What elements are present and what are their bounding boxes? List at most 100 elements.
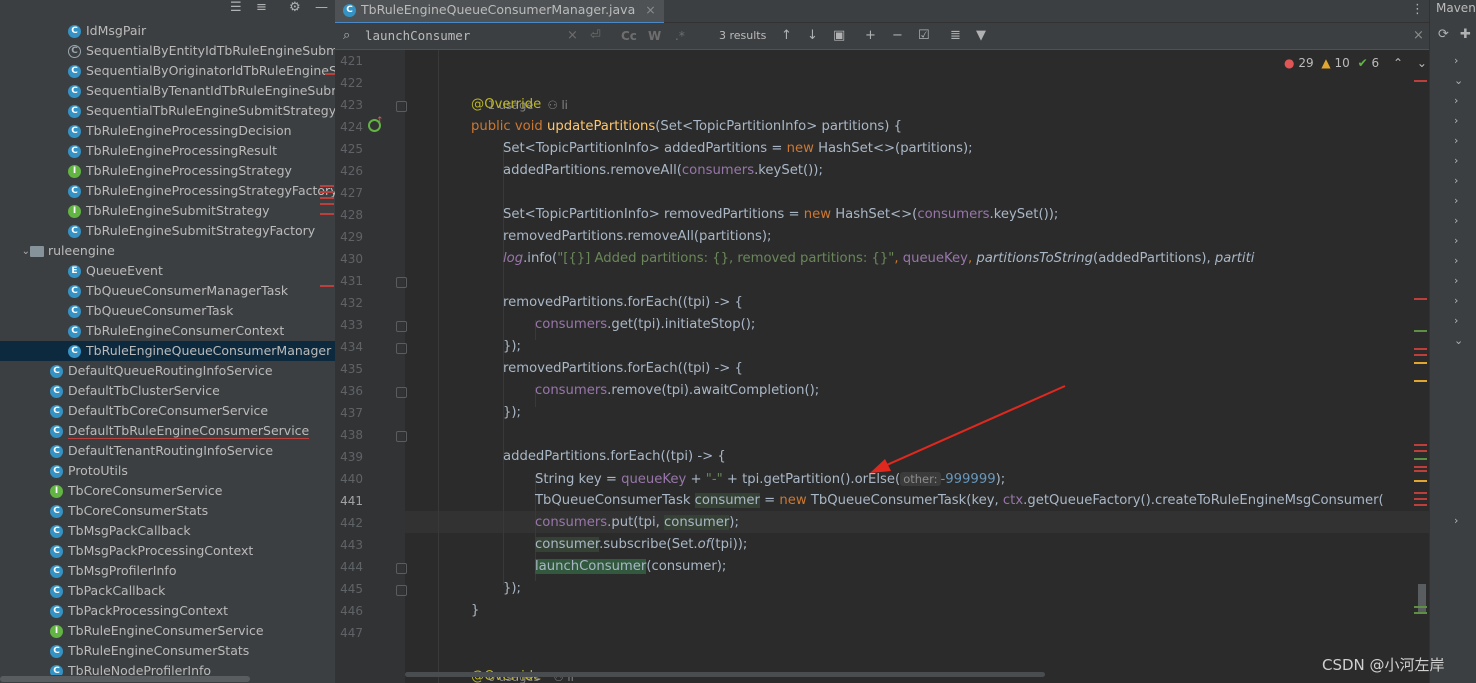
tree-item[interactable]: C SequentialByOriginatorIdTbRuleEngineSub… xyxy=(0,61,335,81)
code-editor[interactable]: 421 422 423 424 425 426 427 428 429 430 431 432 433 4… xyxy=(335,50,1429,683)
stripe-mark[interactable] xyxy=(1414,498,1427,500)
tree-item[interactable]: I TbCoreConsumerService xyxy=(0,481,335,501)
select-all-occurrences-icon[interactable]: ▣ xyxy=(833,27,845,45)
chevron-right-icon[interactable]: › xyxy=(1454,514,1458,527)
tree-item[interactable]: C SequentialTbRuleEngineSubmitStrategy xyxy=(0,101,335,121)
stripe-mark[interactable] xyxy=(1414,298,1427,300)
tree-item[interactable]: C TbRuleEngineQueueConsumerManager xyxy=(0,341,335,361)
chevron-down-icon[interactable]: ⌄ xyxy=(18,242,30,262)
inspection-indicators[interactable]: ● 29 ▲ 10 ✔ 6 ⌃ ⌄ xyxy=(1284,56,1427,72)
tree-item[interactable]: C IdMsgPair xyxy=(0,21,335,41)
close-find-icon[interactable]: × xyxy=(1413,27,1424,45)
stripe-mark[interactable] xyxy=(1414,466,1427,468)
stripe-mark[interactable] xyxy=(1414,612,1427,614)
clear-search-icon[interactable]: × xyxy=(567,27,578,45)
stripe-mark[interactable] xyxy=(1414,480,1427,482)
stripe-mark[interactable] xyxy=(1414,458,1427,460)
chevron-right-icon[interactable]: › xyxy=(1454,134,1458,147)
expand-all-icon[interactable]: ☰ xyxy=(230,0,242,16)
minimize-icon[interactable]: — xyxy=(315,0,328,16)
filter-icon[interactable]: ▼ xyxy=(976,27,986,45)
chevron-down-icon[interactable]: ⌄ xyxy=(1454,334,1463,347)
stripe-mark[interactable] xyxy=(1414,354,1427,356)
reload-icon[interactable]: ⟳ xyxy=(1438,27,1449,42)
stripe-mark[interactable] xyxy=(1414,330,1427,332)
tree-item[interactable]: C TbRuleEngineProcessingDecision xyxy=(0,121,335,141)
previous-highlight-icon[interactable]: ⌃ xyxy=(1393,56,1403,70)
chevron-right-icon[interactable]: › xyxy=(1454,194,1458,207)
tab-tbruleenginequeueconsumermanager[interactable]: C TbRuleEngineQueueConsumerManager.java × xyxy=(335,0,664,24)
more-tabs-icon[interactable]: ⋮ xyxy=(1411,2,1424,17)
tree-item[interactable]: C TbQueueConsumerManagerTask xyxy=(0,281,335,301)
select-all-icon[interactable]: ☑ xyxy=(918,27,930,45)
tree-item[interactable]: C DefaultTbClusterService xyxy=(0,381,335,401)
tree-item[interactable]: C DefaultQueueRoutingInfoService xyxy=(0,361,335,381)
tree-item[interactable]: C TbCoreConsumerStats xyxy=(0,501,335,521)
abstract-class-icon: C xyxy=(68,45,81,58)
tree-item[interactable]: C SequentialByEntityIdTbRuleEngineSubmitS… xyxy=(0,41,335,61)
tree-item[interactable]: C TbQueueConsumerTask xyxy=(0,301,335,321)
tree-item[interactable]: C TbRuleEngineConsumerStats xyxy=(0,641,335,661)
tree-item[interactable]: C DefaultTbCoreConsumerService xyxy=(0,401,335,421)
next-occurrence-icon[interactable]: ↓ xyxy=(807,27,818,45)
chevron-right-icon[interactable]: › xyxy=(1454,214,1458,227)
stripe-mark[interactable] xyxy=(1414,606,1427,608)
stripe-mark[interactable] xyxy=(1414,470,1427,472)
stripe-mark[interactable] xyxy=(1414,380,1427,382)
chevron-right-icon[interactable]: › xyxy=(1454,294,1458,307)
whole-words-button[interactable]: W xyxy=(648,27,661,45)
maven-title[interactable]: Maven xyxy=(1436,1,1476,15)
add-occurrence-icon[interactable]: + xyxy=(865,27,876,45)
chevron-right-icon[interactable]: › xyxy=(1454,254,1458,267)
new-line-icon[interactable]: ⏎ xyxy=(590,27,601,45)
editor-horizontal-scrollbar[interactable] xyxy=(405,672,1045,677)
tree-item[interactable]: I TbRuleEngineConsumerService xyxy=(0,621,335,641)
chevron-right-icon[interactable]: › xyxy=(1454,154,1458,167)
class-icon: C xyxy=(50,425,63,438)
stripe-mark[interactable] xyxy=(1414,80,1427,82)
stripe-mark[interactable] xyxy=(1414,362,1427,364)
add-maven-project-icon[interactable]: ✚ xyxy=(1460,27,1471,42)
chevron-down-icon[interactable]: ⌄ xyxy=(1454,74,1463,87)
tree-item[interactable]: C TbRuleEngineProcessingStrategyFactory xyxy=(0,181,335,201)
tree-item[interactable]: C TbPackProcessingContext xyxy=(0,601,335,621)
chevron-right-icon[interactable]: › xyxy=(1454,314,1458,327)
close-tab-icon[interactable]: × xyxy=(645,2,655,17)
remove-occurrence-icon[interactable]: − xyxy=(892,27,903,45)
tree-item[interactable]: C DefaultTenantRoutingInfoService xyxy=(0,441,335,461)
match-case-button[interactable]: Cc xyxy=(621,27,637,45)
chevron-right-icon[interactable]: › xyxy=(1454,274,1458,287)
regex-button[interactable]: .* xyxy=(675,27,685,45)
previous-occurrence-icon[interactable]: ↑ xyxy=(781,27,792,45)
chevron-right-icon[interactable]: › xyxy=(1454,174,1458,187)
gear-icon[interactable]: ⚙ xyxy=(289,0,301,16)
tree-item[interactable]: E QueueEvent xyxy=(0,261,335,281)
chevron-right-icon[interactable]: › xyxy=(1454,94,1458,107)
tree-item[interactable]: I TbRuleEngineProcessingStrategy xyxy=(0,161,335,181)
tree-item[interactable]: I TbRuleEngineSubmitStrategy xyxy=(0,201,335,221)
tree-item[interactable]: C TbMsgProfilerInfo xyxy=(0,561,335,581)
stripe-mark[interactable] xyxy=(1414,348,1427,350)
stripe-mark[interactable] xyxy=(1414,504,1427,506)
stripe-mark[interactable] xyxy=(1414,444,1427,446)
search-input[interactable]: launchConsumer xyxy=(365,27,470,45)
chevron-right-icon[interactable]: › xyxy=(1454,54,1458,67)
search-icon[interactable]: ⌕ xyxy=(343,27,350,45)
tree-item[interactable]: ⌄ ruleengine xyxy=(0,241,335,261)
filter-settings-icon[interactable]: ≣ xyxy=(950,27,961,45)
tree-item[interactable]: C TbRuleEngineConsumerContext xyxy=(0,321,335,341)
tree-item[interactable]: C ProtoUtils xyxy=(0,461,335,481)
project-scroll-thumb[interactable] xyxy=(0,676,250,682)
tree-item[interactable]: C TbMsgPackCallback xyxy=(0,521,335,541)
collapse-all-icon[interactable]: ≡ xyxy=(256,0,267,16)
tree-item[interactable]: C SequentialByTenantIdTbRuleEngineSubmitS xyxy=(0,81,335,101)
tree-item[interactable]: C DefaultTbRuleEngineConsumerService xyxy=(0,421,335,441)
stripe-mark[interactable] xyxy=(1414,492,1427,494)
tree-item[interactable]: C TbRuleEngineSubmitStrategyFactory xyxy=(0,221,335,241)
tree-item[interactable]: C TbPackCallback xyxy=(0,581,335,601)
chevron-right-icon[interactable]: › xyxy=(1454,114,1458,127)
stripe-mark[interactable] xyxy=(1414,450,1427,452)
tree-item[interactable]: C TbMsgPackProcessingContext xyxy=(0,541,335,561)
chevron-right-icon[interactable]: › xyxy=(1454,234,1458,247)
tree-item[interactable]: C TbRuleEngineProcessingResult xyxy=(0,141,335,161)
